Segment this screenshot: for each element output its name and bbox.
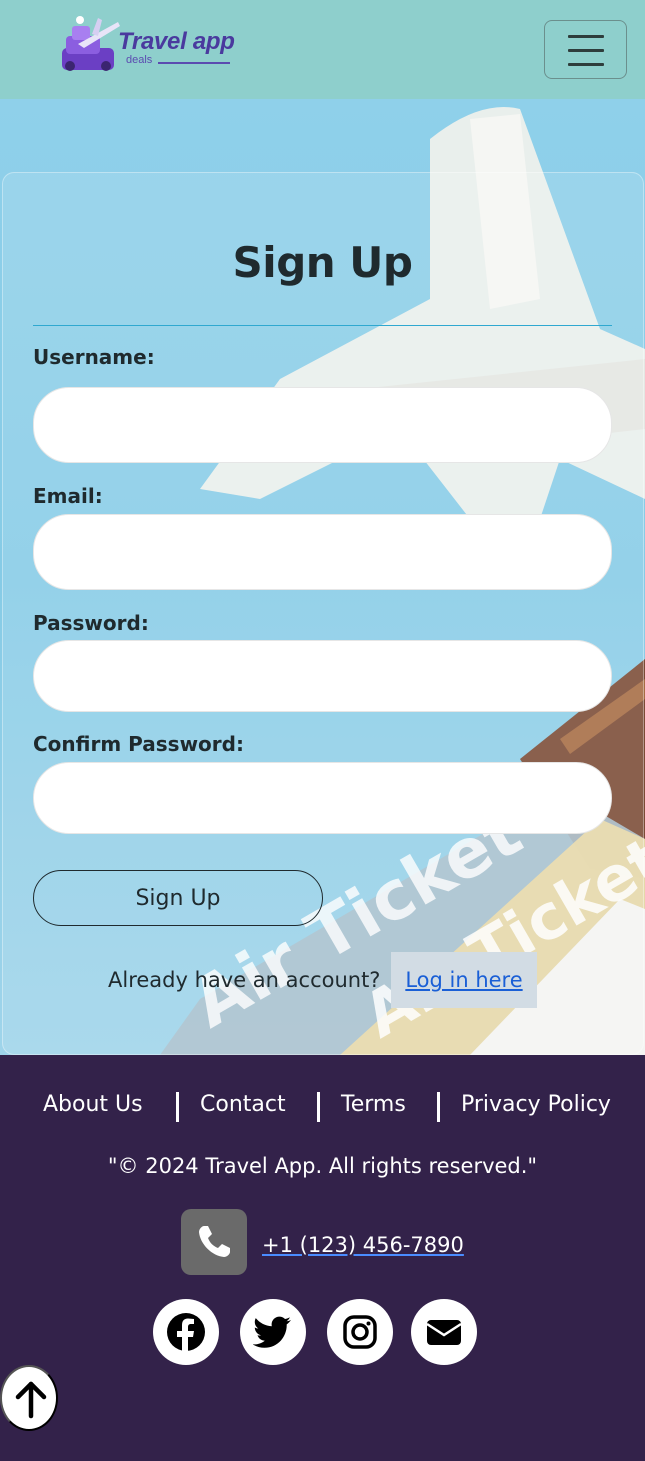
email-icon	[426, 1320, 462, 1345]
confirm-password-label: Confirm Password:	[33, 732, 244, 756]
logo-plane-suitcase-icon	[62, 16, 120, 71]
facebook-link[interactable]	[153, 1299, 219, 1365]
hamburger-menu-icon-bar	[568, 49, 604, 52]
page-title: Sign Up	[232, 238, 413, 287]
confirm-password-input[interactable]	[33, 762, 612, 834]
email-label: Email:	[33, 484, 103, 508]
twitter-link[interactable]	[240, 1299, 306, 1365]
hamburger-menu-button[interactable]	[544, 20, 627, 79]
hamburger-menu-icon	[568, 35, 604, 38]
footer-link-separator	[176, 1092, 179, 1122]
footer-link-privacy-policy[interactable]: Privacy Policy	[461, 1092, 611, 1117]
twitter-icon	[253, 1316, 291, 1348]
signup-submit-button[interactable]: Sign Up	[33, 870, 323, 926]
back-to-top-button[interactable]	[0, 1365, 58, 1431]
travel-app-logo[interactable]: Travel app deals	[58, 14, 258, 76]
email-input[interactable]	[33, 514, 612, 590]
email-link[interactable]	[411, 1299, 477, 1365]
username-label: Username:	[33, 345, 155, 369]
facebook-icon	[167, 1313, 205, 1352]
title-divider	[33, 325, 612, 326]
username-input[interactable]	[33, 387, 612, 463]
password-input[interactable]	[33, 640, 612, 712]
password-label: Password:	[33, 611, 149, 635]
logo-subtitle: deals	[126, 54, 153, 66]
login-link[interactable]: Log in here	[391, 952, 537, 1008]
footer-link-terms[interactable]: Terms	[341, 1092, 406, 1117]
instagram-icon	[343, 1315, 377, 1349]
copyright-text: "© 2024 Travel App. All rights reserved.…	[107, 1154, 538, 1178]
already-account-text: Already have an account?	[108, 968, 381, 992]
footer-link-about-us[interactable]: About Us	[43, 1092, 143, 1117]
footer-link-contact[interactable]: Contact	[200, 1092, 286, 1117]
logo-title: Travel app	[118, 28, 235, 55]
phone-number-link[interactable]: +1 (123) 456-7890	[262, 1233, 464, 1257]
phone-icon	[181, 1209, 247, 1275]
arrow-up-icon	[15, 1381, 47, 1419]
instagram-link[interactable]	[327, 1299, 393, 1365]
hamburger-menu-icon-bar	[568, 63, 604, 66]
footer-link-separator	[437, 1092, 440, 1122]
footer-link-separator	[317, 1092, 320, 1122]
top-navbar: Travel app deals	[0, 0, 645, 99]
logo-underline	[158, 62, 230, 64]
